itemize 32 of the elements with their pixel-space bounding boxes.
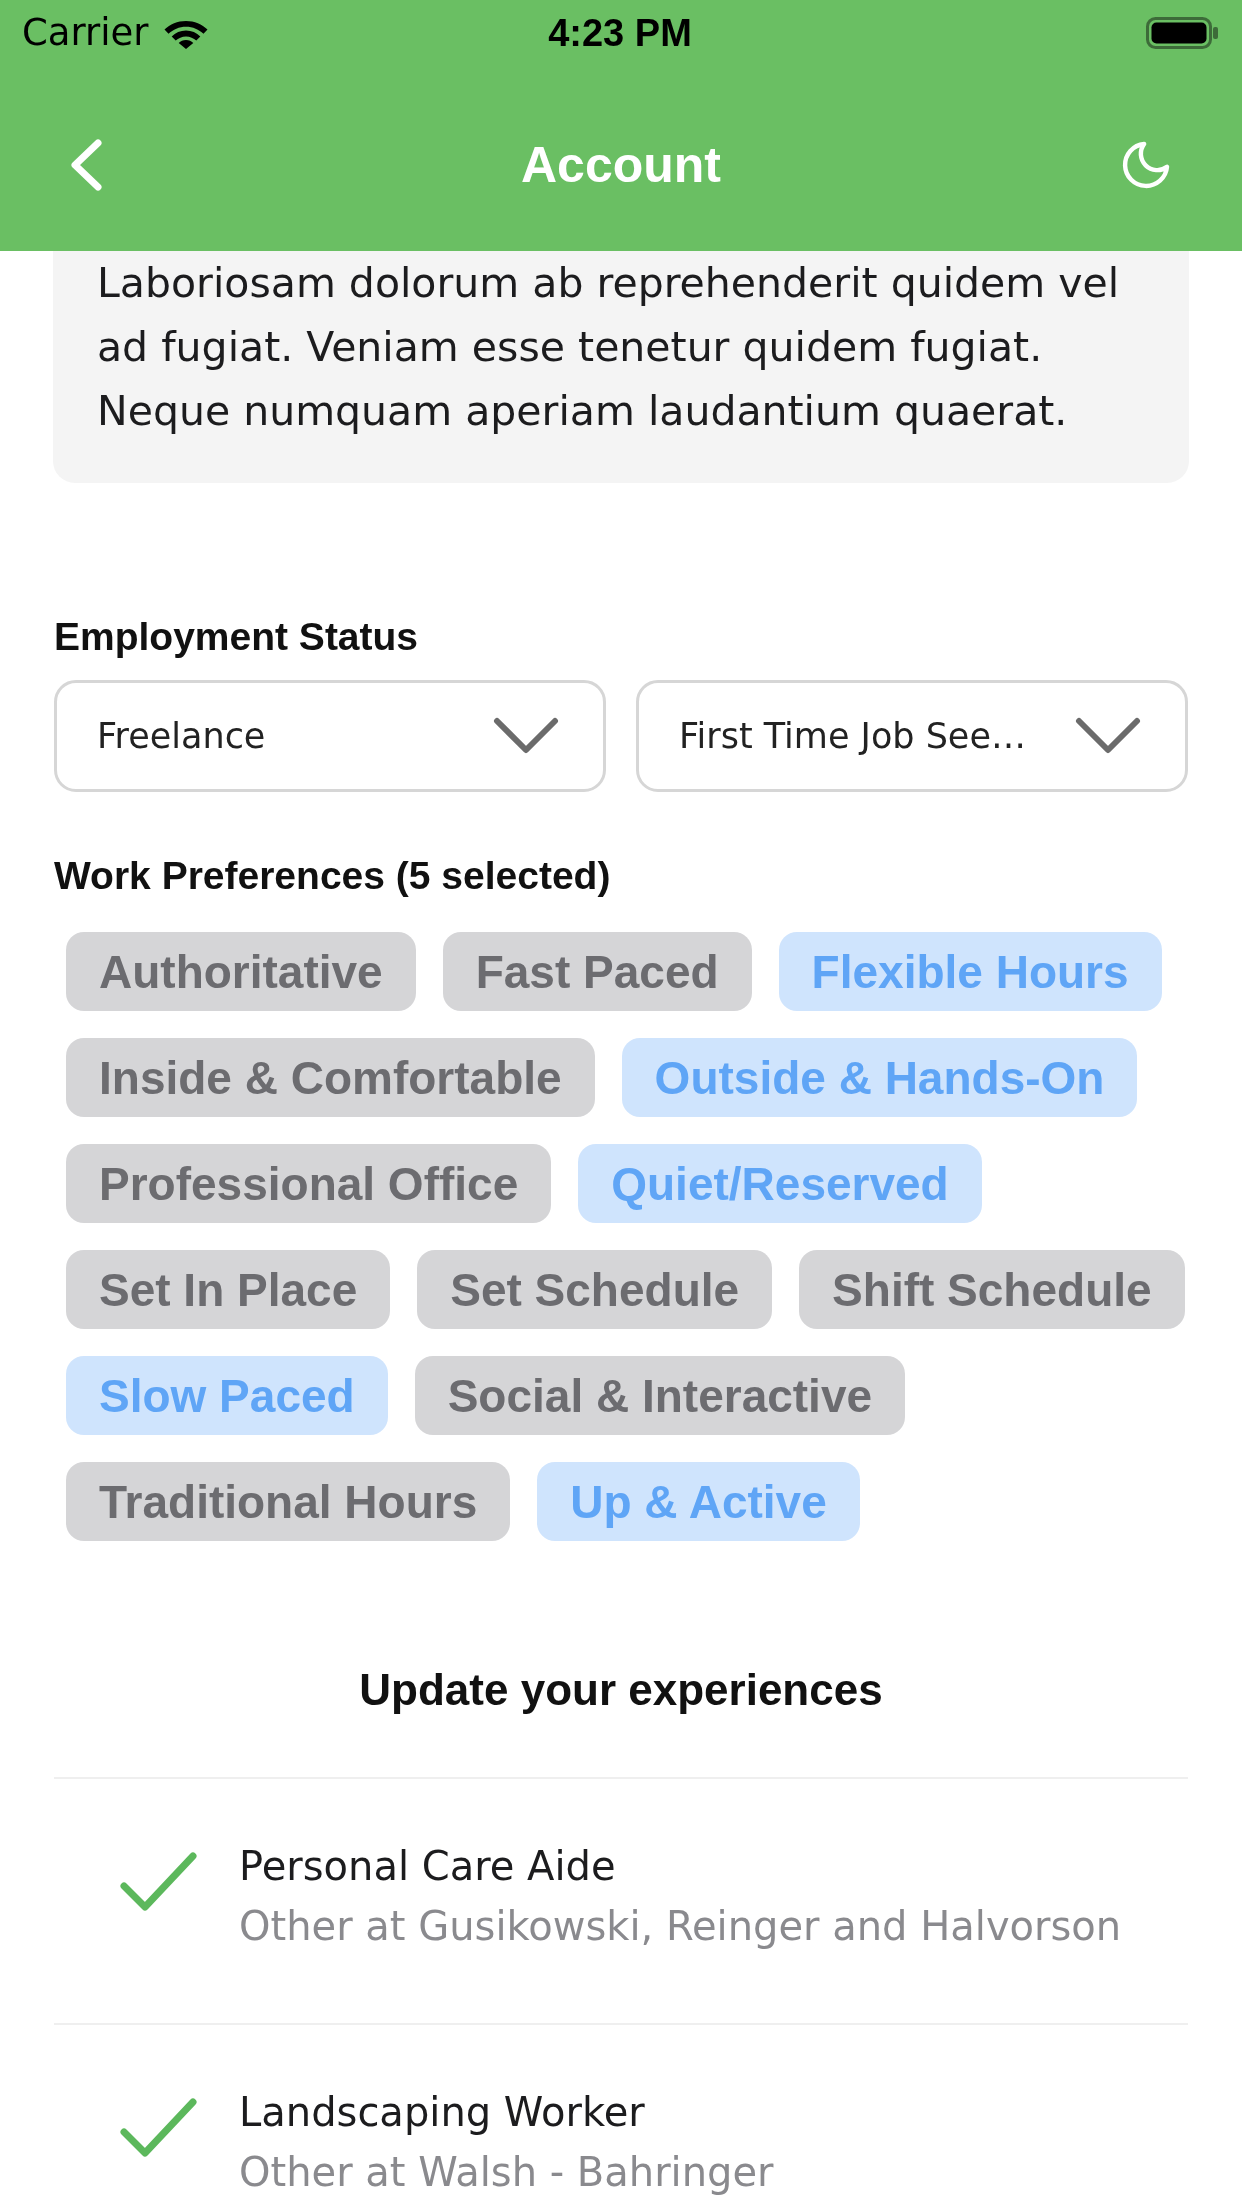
back-icon <box>68 138 104 191</box>
preference-chip[interactable]: Social & Interactive <box>414 1356 906 1435</box>
preference-chip[interactable]: Up & Active <box>537 1462 860 1541</box>
preference-chip[interactable]: Slow Paced <box>66 1356 388 1435</box>
preference-chip[interactable]: Professional Office <box>66 1144 552 1223</box>
job-subtitle: Other at Gusikowski, Reinger and Halvorson <box>239 1902 1123 1951</box>
section-label: Work Preferences (5 selected) <box>54 854 612 898</box>
carrier-label: Carrier <box>22 11 149 55</box>
job-subtitle: Other at Walsh - Bahringer <box>239 2148 775 2197</box>
chevron-down-icon <box>1075 717 1141 755</box>
screen-title: Account <box>521 135 721 195</box>
preference-chip[interactable]: Quiet/Reserved <box>578 1144 982 1223</box>
preference-chip[interactable]: Shift Schedule <box>799 1250 1185 1329</box>
status-time: 4:23 PM <box>548 11 692 55</box>
job-title: Landscaping Worker <box>239 2088 646 2137</box>
preference-chip[interactable]: Flexible Hours <box>778 932 1162 1011</box>
job-title: Personal Care Aide <box>239 1842 617 1891</box>
section-title: Update your experiences <box>358 1665 884 1715</box>
section-label: Employment Status <box>54 615 420 659</box>
preference-chip[interactable]: Fast Paced <box>442 932 752 1011</box>
preference-chip[interactable]: Outside & Hands-On <box>621 1038 1138 1117</box>
preference-chip[interactable]: Set In Place <box>66 1250 391 1329</box>
preference-chip[interactable]: Inside & Comfortable <box>66 1038 595 1117</box>
dropdown-field[interactable]: Freelance <box>54 680 606 792</box>
battery-icon <box>1146 17 1218 49</box>
preference-chip[interactable]: Set Schedule <box>417 1250 773 1329</box>
preference-chip[interactable]: Authoritative <box>66 932 416 1011</box>
about-text: Laboriosam dolorum ab reprehenderit quidem vel ad fugiat. Veniam esse tenetur quidem fugiat. Neque numquam aperiam laudantium quaerat. <box>97 258 1121 437</box>
back-button[interactable] <box>68 138 104 191</box>
dropdown-field[interactable]: First Time Job See… <box>636 680 1188 792</box>
chevron-down-icon <box>493 717 559 755</box>
preference-chip[interactable]: Traditional Hours <box>66 1462 511 1541</box>
